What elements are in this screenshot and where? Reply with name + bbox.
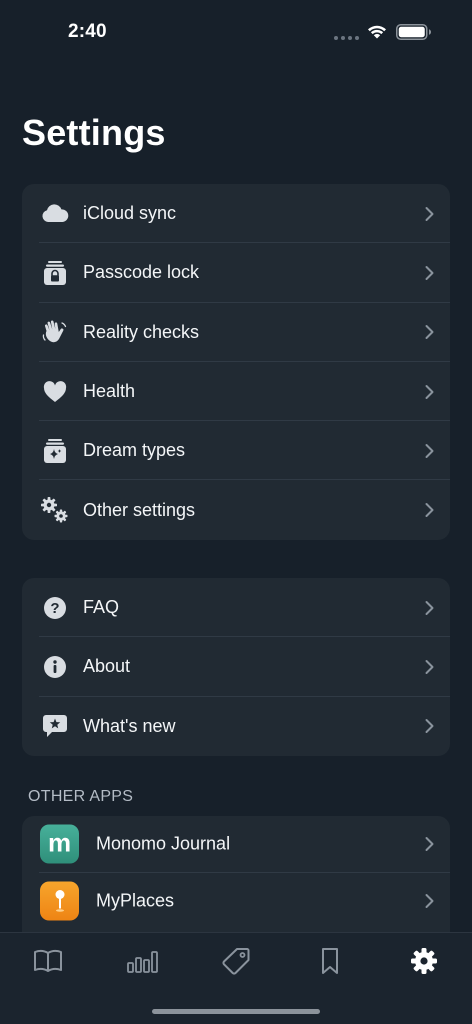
tag-icon <box>222 948 250 975</box>
chevron-right-icon <box>425 265 434 280</box>
chevron-right-icon <box>425 893 434 908</box>
pin-icon <box>55 890 64 912</box>
reality-checks-row[interactable]: Reality checks <box>22 303 450 362</box>
settings-tab[interactable] <box>404 945 444 977</box>
other-apps-header: OTHER APPS <box>28 788 134 805</box>
info-icon <box>40 652 70 682</box>
svg-text:?: ? <box>50 600 59 617</box>
row-label: Monomo Journal <box>96 833 231 854</box>
monomo-app-icon: m <box>40 824 79 864</box>
status-time: 2:40 <box>68 21 107 42</box>
other-settings-row[interactable]: Other settings <box>22 480 450 539</box>
row-label: iCloud sync <box>83 203 177 224</box>
tags-tab[interactable] <box>216 945 256 977</box>
monomo-journal-row[interactable]: m Monomo Journal <box>22 816 450 873</box>
hand-wave-icon <box>40 317 70 347</box>
gears-icon <box>40 495 70 525</box>
stats-tab[interactable] <box>122 945 162 977</box>
home-indicator <box>152 1009 320 1014</box>
faq-row[interactable]: ? FAQ <box>22 578 450 638</box>
star-bubble-icon <box>40 711 70 741</box>
row-label: FAQ <box>83 597 120 618</box>
book-icon <box>34 949 62 972</box>
chevron-right-icon <box>425 600 434 615</box>
gear-icon <box>411 948 437 974</box>
heart-icon <box>40 377 70 407</box>
question-icon: ? <box>40 593 70 623</box>
chevron-right-icon <box>425 659 434 674</box>
chevron-right-icon <box>425 443 434 458</box>
settings-group-main: iCloud sync Passcode lock Reality checks <box>22 184 450 540</box>
settings-group-info: ? FAQ About What's new <box>22 578 450 756</box>
row-label: About <box>83 656 131 677</box>
wifi-icon <box>368 25 386 39</box>
icloud-sync-row[interactable]: iCloud sync <box>22 184 450 244</box>
myplaces-app-icon <box>40 881 79 921</box>
chevron-right-icon <box>425 837 434 852</box>
bookmark-icon <box>322 948 338 974</box>
chevron-right-icon <box>425 206 434 221</box>
app-icon-letter: m <box>47 827 72 858</box>
chevron-right-icon <box>425 719 434 734</box>
row-label: What's new <box>83 715 176 736</box>
bookmarks-tab[interactable] <box>310 945 350 977</box>
row-label: Other settings <box>83 499 196 520</box>
dream-types-row[interactable]: Dream types <box>22 421 450 481</box>
page-title: Settings <box>22 112 166 153</box>
row-label: MyPlaces <box>96 890 175 911</box>
health-row[interactable]: Health <box>22 362 450 422</box>
whats-new-row[interactable]: What's new <box>22 697 450 756</box>
about-row[interactable]: About <box>22 637 450 697</box>
bar-chart-icon <box>127 951 158 973</box>
chevron-right-icon <box>425 384 434 399</box>
cloud-icon <box>40 199 70 229</box>
lock-icon <box>40 258 70 288</box>
row-label: Dream types <box>83 440 186 461</box>
chevron-right-icon <box>425 325 434 340</box>
cellular-signal-icon <box>334 36 359 40</box>
passcode-lock-row[interactable]: Passcode lock <box>22 243 450 303</box>
battery-icon <box>396 24 431 40</box>
other-apps-group: m Monomo Journal MyPlaces <box>22 816 450 932</box>
row-label: Health <box>83 381 136 402</box>
row-label: Passcode lock <box>83 262 200 283</box>
myplaces-row[interactable]: MyPlaces <box>22 873 450 930</box>
status-bar: 2:40 <box>0 0 472 64</box>
chevron-right-icon <box>425 503 434 518</box>
row-label: Reality checks <box>83 321 200 342</box>
journal-tab[interactable] <box>28 945 68 977</box>
sparkle-tray-icon <box>40 436 70 466</box>
